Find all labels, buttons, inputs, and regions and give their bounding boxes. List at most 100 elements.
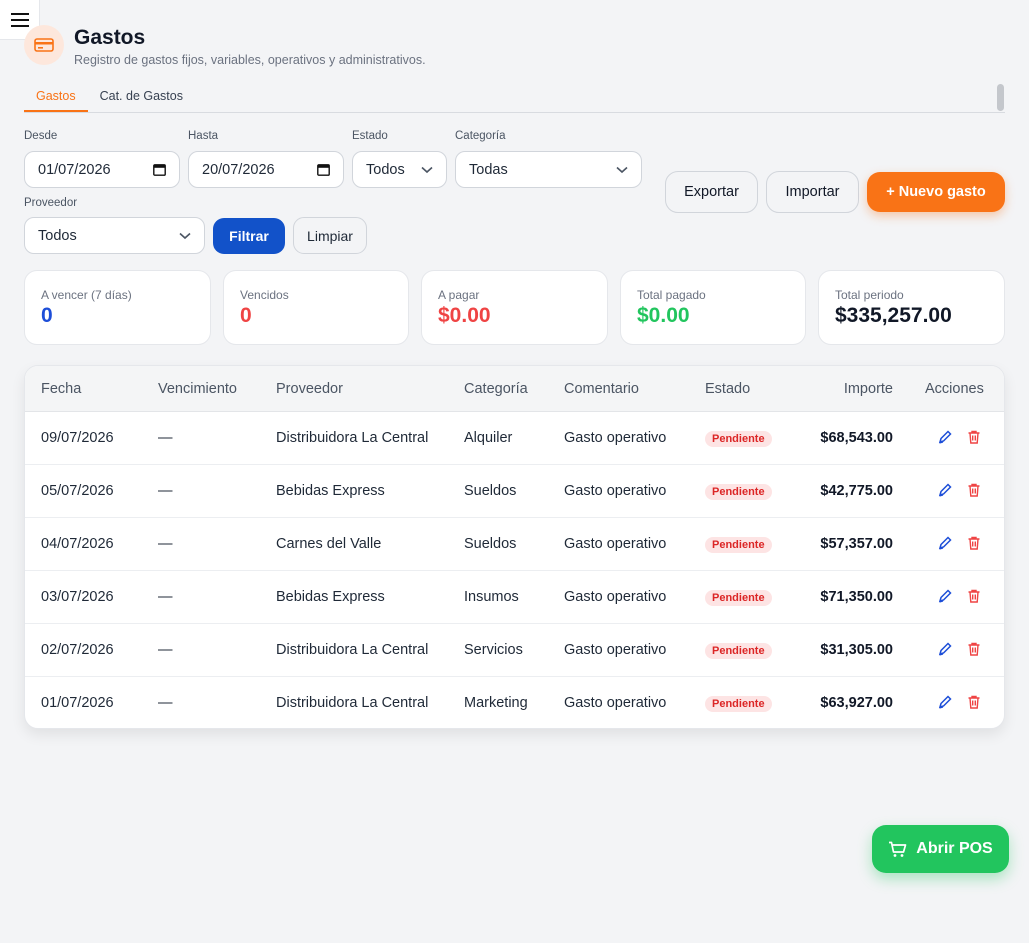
trash-icon[interactable]	[966, 641, 982, 657]
cell-proveedor: Distribuidora La Central	[276, 430, 429, 446]
credit-card-icon	[24, 25, 64, 65]
cell-comentario: Gasto operativo	[564, 483, 667, 499]
cell-categoria: Servicios	[464, 642, 523, 658]
col-proveedor[interactable]: Proveedor	[276, 381, 343, 397]
estado-select[interactable]: Todos	[352, 151, 447, 188]
new-expense-button[interactable]: + Nuevo gasto	[867, 172, 1005, 212]
col-estado[interactable]: Estado	[705, 381, 750, 397]
cell-categoria: Sueldos	[464, 483, 517, 499]
cell-comentario: Gasto operativo	[564, 642, 667, 658]
summary-value: $0.00	[637, 304, 690, 327]
proveedor-value: Todos	[38, 227, 77, 244]
col-importe[interactable]: Importe	[844, 381, 893, 397]
table-row[interactable]: 03/07/2026 — Bebidas Express Insumos Gas…	[25, 571, 1004, 624]
desde-label: Desde	[24, 130, 58, 142]
col-categoria[interactable]: Categoría	[464, 381, 528, 397]
filter-button[interactable]: Filtrar	[213, 218, 285, 254]
proveedor-label: Proveedor	[24, 197, 78, 209]
desde-date-input[interactable]: 01/07/2026	[24, 151, 180, 188]
summary-label: Vencidos	[240, 288, 289, 302]
proveedor-select[interactable]: Todos	[24, 217, 205, 254]
pencil-icon[interactable]	[937, 588, 953, 604]
status-badge: Pendiente	[705, 537, 772, 553]
cell-vencimiento: —	[158, 589, 173, 605]
cell-fecha: 05/07/2026	[41, 483, 114, 499]
summary-card-vencidos: Vencidos 0	[223, 270, 409, 345]
cell-importe: $42,775.00	[820, 483, 893, 499]
summary-card-total-pagado: Total pagado $0.00	[620, 270, 806, 345]
summary-value: 0	[240, 304, 252, 327]
table-row[interactable]: 01/07/2026 — Distribuidora La Central Ma…	[25, 677, 1004, 728]
cell-importe: $68,543.00	[820, 430, 893, 446]
cell-vencimiento: —	[158, 483, 173, 499]
table-row[interactable]: 05/07/2026 — Bebidas Express Sueldos Gas…	[25, 465, 1004, 518]
cell-categoria: Marketing	[464, 695, 528, 711]
cell-categoria: Sueldos	[464, 536, 517, 552]
table-header: Fecha Vencimiento Proveedor Categoría Co…	[25, 366, 1004, 412]
cell-comentario: Gasto operativo	[564, 589, 667, 605]
pencil-icon[interactable]	[937, 482, 953, 498]
calendar-icon[interactable]	[317, 163, 330, 176]
summary-label: Total periodo	[835, 288, 904, 302]
estado-label: Estado	[352, 130, 388, 142]
trash-icon[interactable]	[966, 535, 982, 551]
calendar-icon[interactable]	[153, 163, 166, 176]
status-badge: Pendiente	[705, 431, 772, 447]
table-row[interactable]: 04/07/2026 — Carnes del Valle Sueldos Ga…	[25, 518, 1004, 571]
cell-proveedor: Bebidas Express	[276, 483, 385, 499]
categoria-select[interactable]: Todas	[455, 151, 642, 188]
hasta-date-input[interactable]: 20/07/2026	[188, 151, 344, 188]
col-acciones: Acciones	[925, 381, 984, 397]
categoria-value: Todas	[469, 161, 508, 178]
import-button[interactable]: Importar	[766, 171, 859, 213]
open-pos-button[interactable]: Abrir POS	[872, 825, 1009, 873]
scrollbar-thumb[interactable]	[997, 84, 1004, 111]
trash-icon[interactable]	[966, 694, 982, 710]
categoria-label: Categoría	[455, 130, 506, 142]
chevron-down-icon	[421, 166, 433, 174]
clear-button[interactable]: Limpiar	[293, 217, 367, 254]
cell-fecha: 01/07/2026	[41, 695, 114, 711]
tab-cat-gastos[interactable]: Cat. de Gastos	[88, 82, 195, 112]
cell-comentario: Gasto operativo	[564, 536, 667, 552]
cell-comentario: Gasto operativo	[564, 695, 667, 711]
export-button[interactable]: Exportar	[665, 171, 758, 213]
pencil-icon[interactable]	[937, 429, 953, 445]
col-comentario[interactable]: Comentario	[564, 381, 639, 397]
col-vencimiento[interactable]: Vencimiento	[158, 381, 237, 397]
table-row[interactable]: 09/07/2026 — Distribuidora La Central Al…	[25, 412, 1004, 465]
cell-importe: $71,350.00	[820, 589, 893, 605]
pencil-icon[interactable]	[937, 641, 953, 657]
chevron-down-icon	[616, 166, 628, 174]
expenses-table: Fecha Vencimiento Proveedor Categoría Co…	[24, 365, 1005, 729]
summary-card-a-vencer: A vencer (7 días) 0	[24, 270, 211, 345]
cell-importe: $57,357.00	[820, 536, 893, 552]
open-pos-label: Abrir POS	[916, 840, 993, 857]
col-fecha[interactable]: Fecha	[41, 381, 81, 397]
cell-fecha: 09/07/2026	[41, 430, 114, 446]
trash-icon[interactable]	[966, 429, 982, 445]
table-row[interactable]: 02/07/2026 — Distribuidora La Central Se…	[25, 624, 1004, 677]
status-badge: Pendiente	[705, 643, 772, 659]
summary-value: $0.00	[438, 304, 491, 327]
summary-value: 0	[41, 304, 53, 327]
pencil-icon[interactable]	[937, 535, 953, 551]
cell-proveedor: Bebidas Express	[276, 589, 385, 605]
cell-vencimiento: —	[158, 536, 173, 552]
summary-label: Total pagado	[637, 288, 706, 302]
chevron-down-icon	[179, 232, 191, 240]
trash-icon[interactable]	[966, 588, 982, 604]
tab-gastos[interactable]: Gastos	[24, 82, 88, 112]
hasta-label: Hasta	[188, 130, 219, 142]
desde-value: 01/07/2026	[38, 161, 111, 178]
status-badge: Pendiente	[705, 590, 772, 606]
cell-comentario: Gasto operativo	[564, 430, 667, 446]
cell-proveedor: Distribuidora La Central	[276, 642, 429, 658]
page-subtitle: Registro de gastos fijos, variables, ope…	[74, 53, 426, 67]
trash-icon[interactable]	[966, 482, 982, 498]
summary-value: $335,257.00	[835, 304, 952, 327]
estado-value: Todos	[366, 161, 405, 178]
cell-importe: $31,305.00	[820, 642, 893, 658]
cell-vencimiento: —	[158, 695, 173, 711]
pencil-icon[interactable]	[937, 694, 953, 710]
